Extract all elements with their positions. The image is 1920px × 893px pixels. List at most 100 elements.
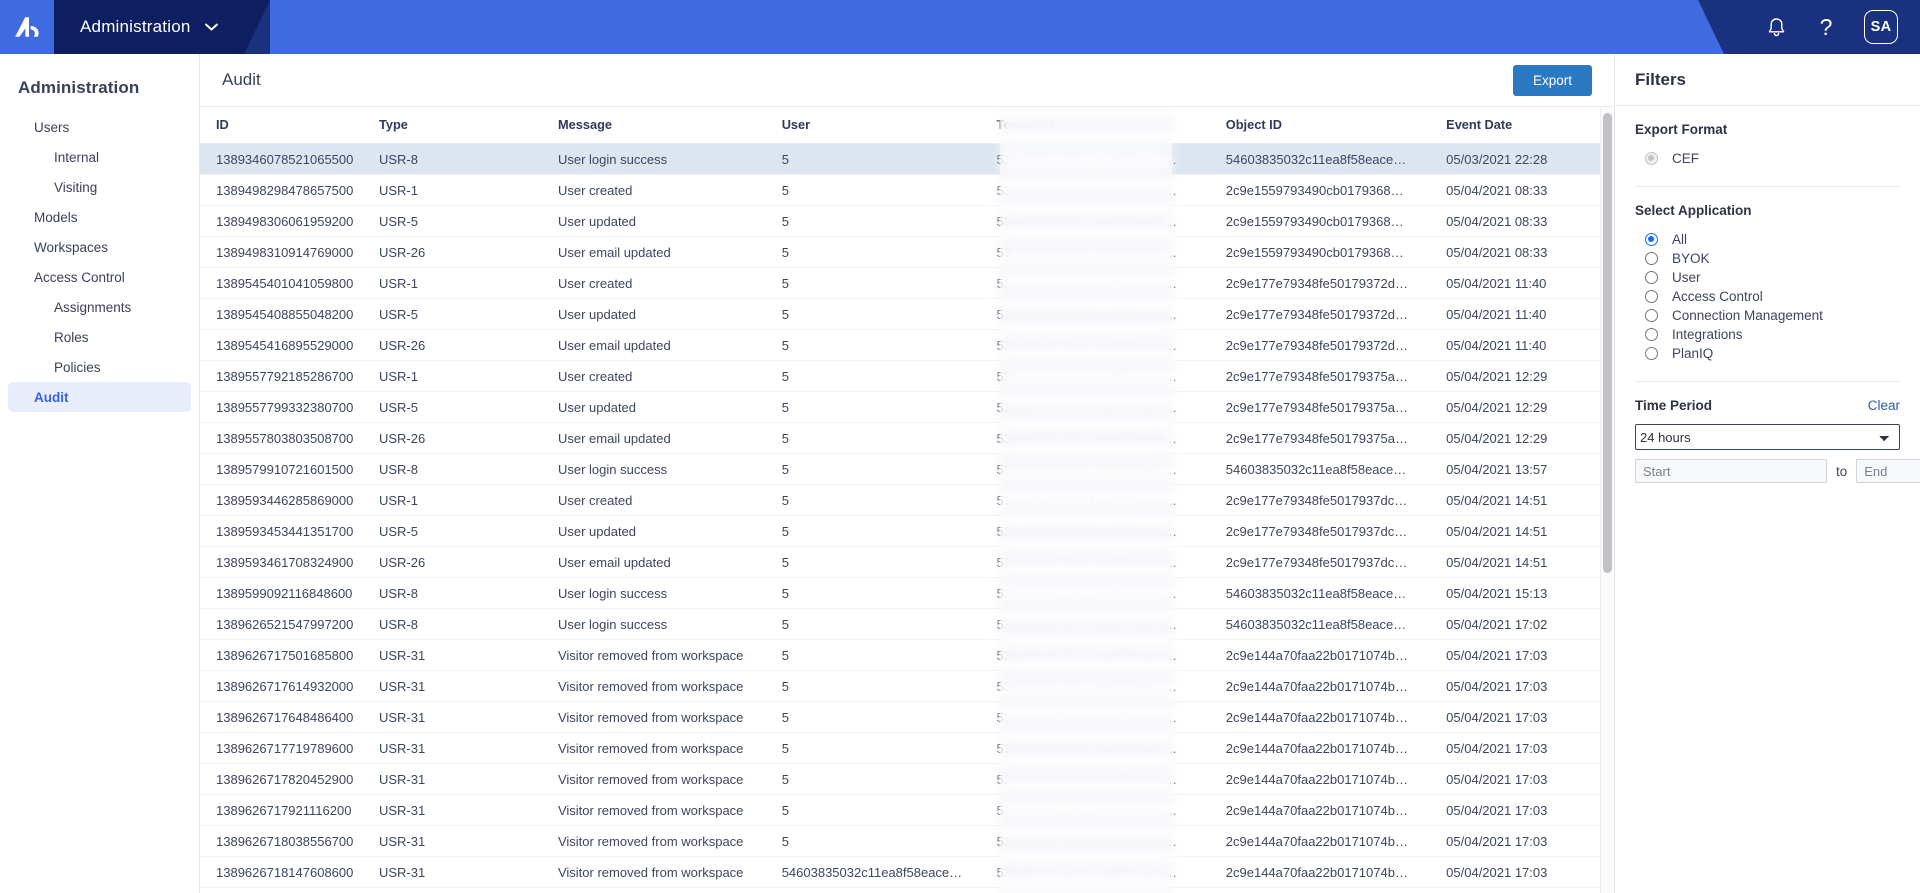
cell-message: User email updated <box>557 329 782 361</box>
sidebar-item-assignments[interactable]: Assignments <box>8 292 191 322</box>
cell-object-id: 2c9e177e79348fe50179372d… <box>1225 298 1447 330</box>
radio-label: Integrations <box>1672 327 1743 342</box>
brand-selector[interactable]: Administration <box>54 0 269 54</box>
table-row[interactable]: 1389346078521065500 USR-8 User login succe… <box>200 143 1614 175</box>
clear-filters-link[interactable]: Clear <box>1868 398 1900 413</box>
select-application-option-integrations[interactable]: Integrations <box>1635 325 1900 344</box>
select-application-option-connection-management[interactable]: Connection Management <box>1635 306 1900 325</box>
column-header-message[interactable]: Message <box>557 107 782 144</box>
radio-icon[interactable] <box>1645 347 1658 360</box>
radio-icon[interactable] <box>1645 309 1658 322</box>
table-row[interactable]: 1389557799332380700 USR-5 User updated 5 53a… <box>200 391 1614 423</box>
column-header-event-date[interactable]: Event Date <box>1446 107 1614 144</box>
table-row[interactable]: 1389626717614932000 USR-31 Visitor removed… <box>200 670 1614 702</box>
radio-icon[interactable] <box>1645 271 1658 284</box>
table-scrollbar-thumb[interactable] <box>1603 113 1612 573</box>
table-row[interactable]: 1389626717921116200 USR-31 Visitor removed… <box>200 794 1614 826</box>
column-header-type[interactable]: Type <box>378 107 558 144</box>
table-row[interactable]: 1389626717501685800 USR-31 Visitor removed… <box>200 639 1614 671</box>
table-row[interactable]: 1389626717648486400 USR-31 Visitor removed… <box>200 701 1614 733</box>
column-header-object-id[interactable]: Object ID <box>1225 107 1447 144</box>
cell-tenant-id: 53adb861032c11ea8f58eace… <box>996 267 1226 299</box>
cell-event-date: 05/04/2021 14:51 <box>1446 515 1614 547</box>
cell-object-id: 2c9e144a70faa22b0171074b… <box>1225 670 1447 702</box>
select-application-option-byok[interactable]: BYOK <box>1635 249 1900 268</box>
sidebar-item-label: Models <box>34 209 78 225</box>
table-row[interactable]: 1389626717719789600 USR-31 Visitor removed… <box>200 732 1614 764</box>
cell-message: Visitor removed from workspace <box>557 794 782 826</box>
cell-user: 5 <box>781 298 997 330</box>
sidebar-item-users[interactable]: Users <box>8 112 191 142</box>
table-row[interactable]: 1389498306061959200 USR-5 User updated 5 53a… <box>200 205 1614 237</box>
sidebar-item-internal[interactable]: Internal <box>8 142 191 172</box>
select-application-option-user[interactable]: User <box>1635 268 1900 287</box>
cell-type: USR-26 <box>378 329 558 361</box>
select-application-option-all[interactable]: All <box>1635 230 1900 249</box>
select-application-option-access-control[interactable]: Access Control <box>1635 287 1900 306</box>
sidebar-item-policies[interactable]: Policies <box>8 352 191 382</box>
cell-event-date: 05/04/2021 08:33 <box>1446 174 1614 206</box>
table-row[interactable]: 1389626717820452900 USR-31 Visitor removed… <box>200 763 1614 795</box>
select-application-option-planiq[interactable]: PlanIQ <box>1635 344 1900 363</box>
table-row[interactable]: 1389599092116848600 USR-8 User login succe… <box>200 577 1614 609</box>
top-navigation-bar: Administration ? SA <box>0 0 1920 54</box>
radio-icon[interactable] <box>1645 233 1658 246</box>
radio-icon[interactable] <box>1645 290 1658 303</box>
table-row[interactable]: 1389626718038556700 USR-31 Visitor removed… <box>200 825 1614 857</box>
sidebar-item-audit[interactable]: Audit <box>8 382 191 412</box>
cell-event-date: 05/04/2021 17:02 <box>1446 608 1614 640</box>
sidebar-item-models[interactable]: Models <box>8 202 191 232</box>
time-period-select[interactable]: 24 hours7 days30 daysCustom <box>1635 424 1900 450</box>
cell-event-date: 05/04/2021 08:33 <box>1446 236 1614 268</box>
table-row[interactable]: 1389593461708324900 USR-26 User email upda… <box>200 546 1614 578</box>
table-row[interactable]: 1389545408855048200 USR-5 User updated 5 53a… <box>200 298 1614 330</box>
table-vertical-scrollbar[interactable] <box>1600 107 1614 893</box>
column-header-tenant-id[interactable]: Tenant ID <box>996 107 1226 144</box>
cell-id: 1389498310914769000 <box>200 236 379 268</box>
table-row[interactable]: 1389626718147608600 USR-31 Visitor removed… <box>200 856 1614 888</box>
sidebar-item-access-control[interactable]: Access Control <box>8 262 191 292</box>
table-row[interactable]: 1389557792185286700 USR-1 User created 5 53a… <box>200 360 1614 392</box>
table-row[interactable]: 1389498310914769000 USR-26 User email upda… <box>200 236 1614 268</box>
end-date-input[interactable] <box>1856 459 1920 483</box>
help-button[interactable]: ? <box>1814 15 1838 39</box>
table-row[interactable]: 1389593446285869000 USR-1 User created 5 53a… <box>200 484 1614 516</box>
column-header-user[interactable]: User <box>781 107 997 144</box>
app-logo[interactable] <box>0 0 54 54</box>
sidebar-item-workspaces[interactable]: Workspaces <box>8 232 191 262</box>
cell-message: User created <box>557 484 782 516</box>
export-format-option-cef[interactable]: CEF <box>1635 149 1900 168</box>
sidebar-item-label: Workspaces <box>34 239 109 255</box>
table-row[interactable]: 1389545416895529000 USR-26 User email upda… <box>200 329 1614 361</box>
cell-message: User email updated <box>557 236 782 268</box>
start-date-input[interactable] <box>1635 459 1827 483</box>
table-row[interactable]: 1389545401041059800 USR-1 User created 5 53a… <box>200 267 1614 299</box>
sidebar-item-visiting[interactable]: Visiting <box>8 172 191 202</box>
export-button[interactable]: Export <box>1512 64 1592 96</box>
cell-tenant-id: 53adb861032c11ea8f58eace… <box>996 422 1226 454</box>
table-row[interactable]: 1389579910721601500 USR-8 User login succe… <box>200 453 1614 485</box>
notifications-button[interactable] <box>1764 15 1788 39</box>
radio-icon[interactable] <box>1645 152 1658 165</box>
cell-event-date: 05/04/2021 17:03 <box>1446 732 1614 764</box>
cell-event-date: 05/04/2021 17:03 <box>1446 856 1614 888</box>
table-row[interactable]: 1389593453441351700 USR-5 User updated 5 53a… <box>200 515 1614 547</box>
table-row[interactable]: 1389557803803508700 USR-26 User email upda… <box>200 422 1614 454</box>
cell-tenant-id: 53adb861032c11ea8f58eace… <box>996 670 1226 702</box>
avatar[interactable]: SA <box>1864 10 1898 44</box>
table-row[interactable]: 1389626521547997200 USR-8 User login succe… <box>200 608 1614 640</box>
cell-object-id: 54603835032c11ea8f58eace… <box>1225 453 1447 485</box>
cell-type: USR-31 <box>378 701 558 733</box>
cell-event-date: 05/04/2021 08:33 <box>1446 205 1614 237</box>
cell-type: USR-8 <box>378 143 558 175</box>
sidebar-item-roles[interactable]: Roles <box>8 322 191 352</box>
filters-panel: Filters Export Format CEF Select Applica… <box>1615 54 1920 893</box>
audit-table-container[interactable]: ID Type Message User Tenant ID Object ID… <box>200 107 1614 893</box>
cell-object-id: 2c9e144a70faa22b0171074b… <box>1225 856 1447 888</box>
column-header-id[interactable]: ID <box>200 107 379 144</box>
cell-object-id: 2c9e144a70faa22b0171074b… <box>1225 825 1447 857</box>
radio-icon[interactable] <box>1645 328 1658 341</box>
table-row[interactable]: 1389498298478657500 USR-1 User created 5 53a… <box>200 174 1614 206</box>
radio-icon[interactable] <box>1645 252 1658 265</box>
select-application-section: Select Application All BYOK User Access Con… <box>1615 187 1920 367</box>
